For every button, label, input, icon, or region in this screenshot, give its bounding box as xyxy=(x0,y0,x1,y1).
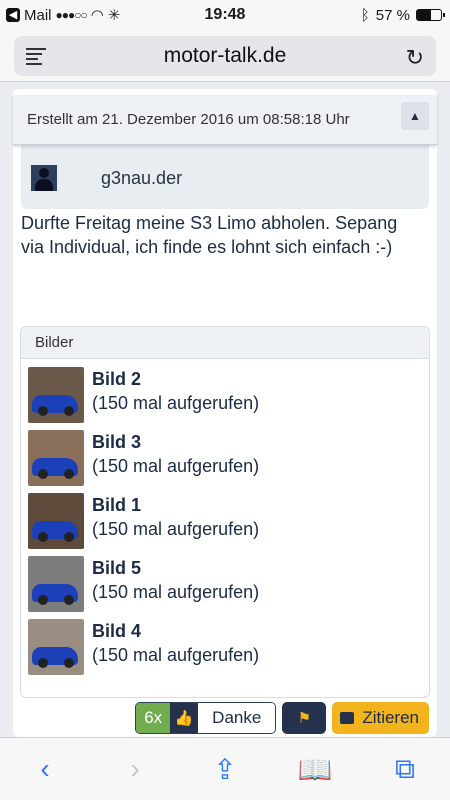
url-text[interactable]: motor-talk.de xyxy=(164,44,287,68)
image-thumbnail[interactable] xyxy=(28,556,84,612)
post-card: Erstellt am 21. Dezember 2016 um 08:58:1… xyxy=(13,89,437,737)
reload-icon[interactable]: ↻ xyxy=(406,45,424,71)
post-actions: 6x 👍 Danke ⚑ Zitieren xyxy=(135,702,429,734)
post-text: Durfte Freitag meine S3 Limo abholen. Se… xyxy=(21,213,398,257)
image-title[interactable]: Bild 2 xyxy=(92,367,259,391)
share-icon[interactable]: ⇪ xyxy=(203,747,247,791)
image-thumbnail[interactable] xyxy=(28,619,84,675)
image-item[interactable]: Bild 4 (150 mal aufgerufen) xyxy=(28,619,259,677)
danke-button[interactable]: 6x 👍 Danke xyxy=(135,702,277,734)
image-views: (150 mal aufgerufen) xyxy=(92,456,260,476)
status-bar: ◀ Mail ●●●○○ ◠ ✳ 19:48 ᛒ 57 % xyxy=(0,0,450,30)
image-title[interactable]: Bild 3 xyxy=(92,430,259,454)
collapse-icon[interactable]: ▲ xyxy=(401,102,429,130)
battery-icon xyxy=(416,9,445,21)
images-header: Bilder xyxy=(21,327,429,359)
image-item[interactable]: Bild 1 (150 mal aufgerufen) xyxy=(28,493,259,551)
image-title[interactable]: Bild 1 xyxy=(92,493,259,517)
avatar[interactable] xyxy=(31,165,57,191)
browser-toolbar: ‹ › ⇪ 📖 ⧉ xyxy=(0,737,450,800)
image-views: (150 mal aufgerufen) xyxy=(92,519,260,539)
image-title[interactable]: Bild 4 xyxy=(92,619,259,643)
reader-menu-icon[interactable] xyxy=(26,48,46,65)
image-thumbnail[interactable] xyxy=(28,430,84,486)
post-header: Erstellt am 21. Dezember 2016 um 08:58:1… xyxy=(13,95,437,145)
image-thumbnail[interactable] xyxy=(28,493,84,549)
image-item[interactable]: Bild 2 (150 mal aufgerufen) xyxy=(28,367,259,425)
zitieren-label[interactable]: Zitieren xyxy=(362,708,419,728)
tabs-icon[interactable]: ⧉ xyxy=(383,747,427,791)
danke-count: 6x xyxy=(136,703,171,733)
image-views: (150 mal aufgerufen) xyxy=(92,582,260,602)
images-box: Bilder Bild 2 (150 mal aufgerufen) Bild … xyxy=(20,326,430,698)
quote-icon xyxy=(340,712,355,724)
bluetooth-icon: ᛒ xyxy=(360,6,370,24)
username-link[interactable]: g3nau.der xyxy=(101,168,182,189)
image-views: (150 mal aufgerufen) xyxy=(92,393,260,413)
zitieren-button[interactable]: Zitieren xyxy=(332,702,429,734)
report-flag-button[interactable]: ⚑ xyxy=(282,702,327,734)
image-thumbnail[interactable] xyxy=(28,367,84,423)
bookmarks-icon[interactable]: 📖 xyxy=(293,747,337,791)
back-icon[interactable]: ‹ xyxy=(23,747,67,791)
flag-icon: ⚑ xyxy=(297,710,312,727)
image-views: (150 mal aufgerufen) xyxy=(92,645,260,665)
danke-label[interactable]: Danke xyxy=(198,703,276,733)
address-bar[interactable]: motor-talk.de ↻ xyxy=(14,36,436,76)
forward-icon[interactable]: › xyxy=(113,747,157,791)
thumbs-up-icon: 👍 xyxy=(170,703,199,733)
image-title[interactable]: Bild 5 xyxy=(92,556,259,580)
user-box: g3nau.der xyxy=(21,137,429,209)
browser-address-area: motor-talk.de ↻ xyxy=(0,30,450,82)
battery-percent: 57 % xyxy=(375,6,410,24)
post-created-date: Erstellt am 21. Dezember 2016 um 08:58:1… xyxy=(27,111,350,128)
image-item[interactable]: Bild 5 (150 mal aufgerufen) xyxy=(28,556,259,614)
image-item[interactable]: Bild 3 (150 mal aufgerufen) xyxy=(28,430,259,488)
page-content[interactable]: Erstellt am 21. Dezember 2016 um 08:58:1… xyxy=(0,83,450,737)
